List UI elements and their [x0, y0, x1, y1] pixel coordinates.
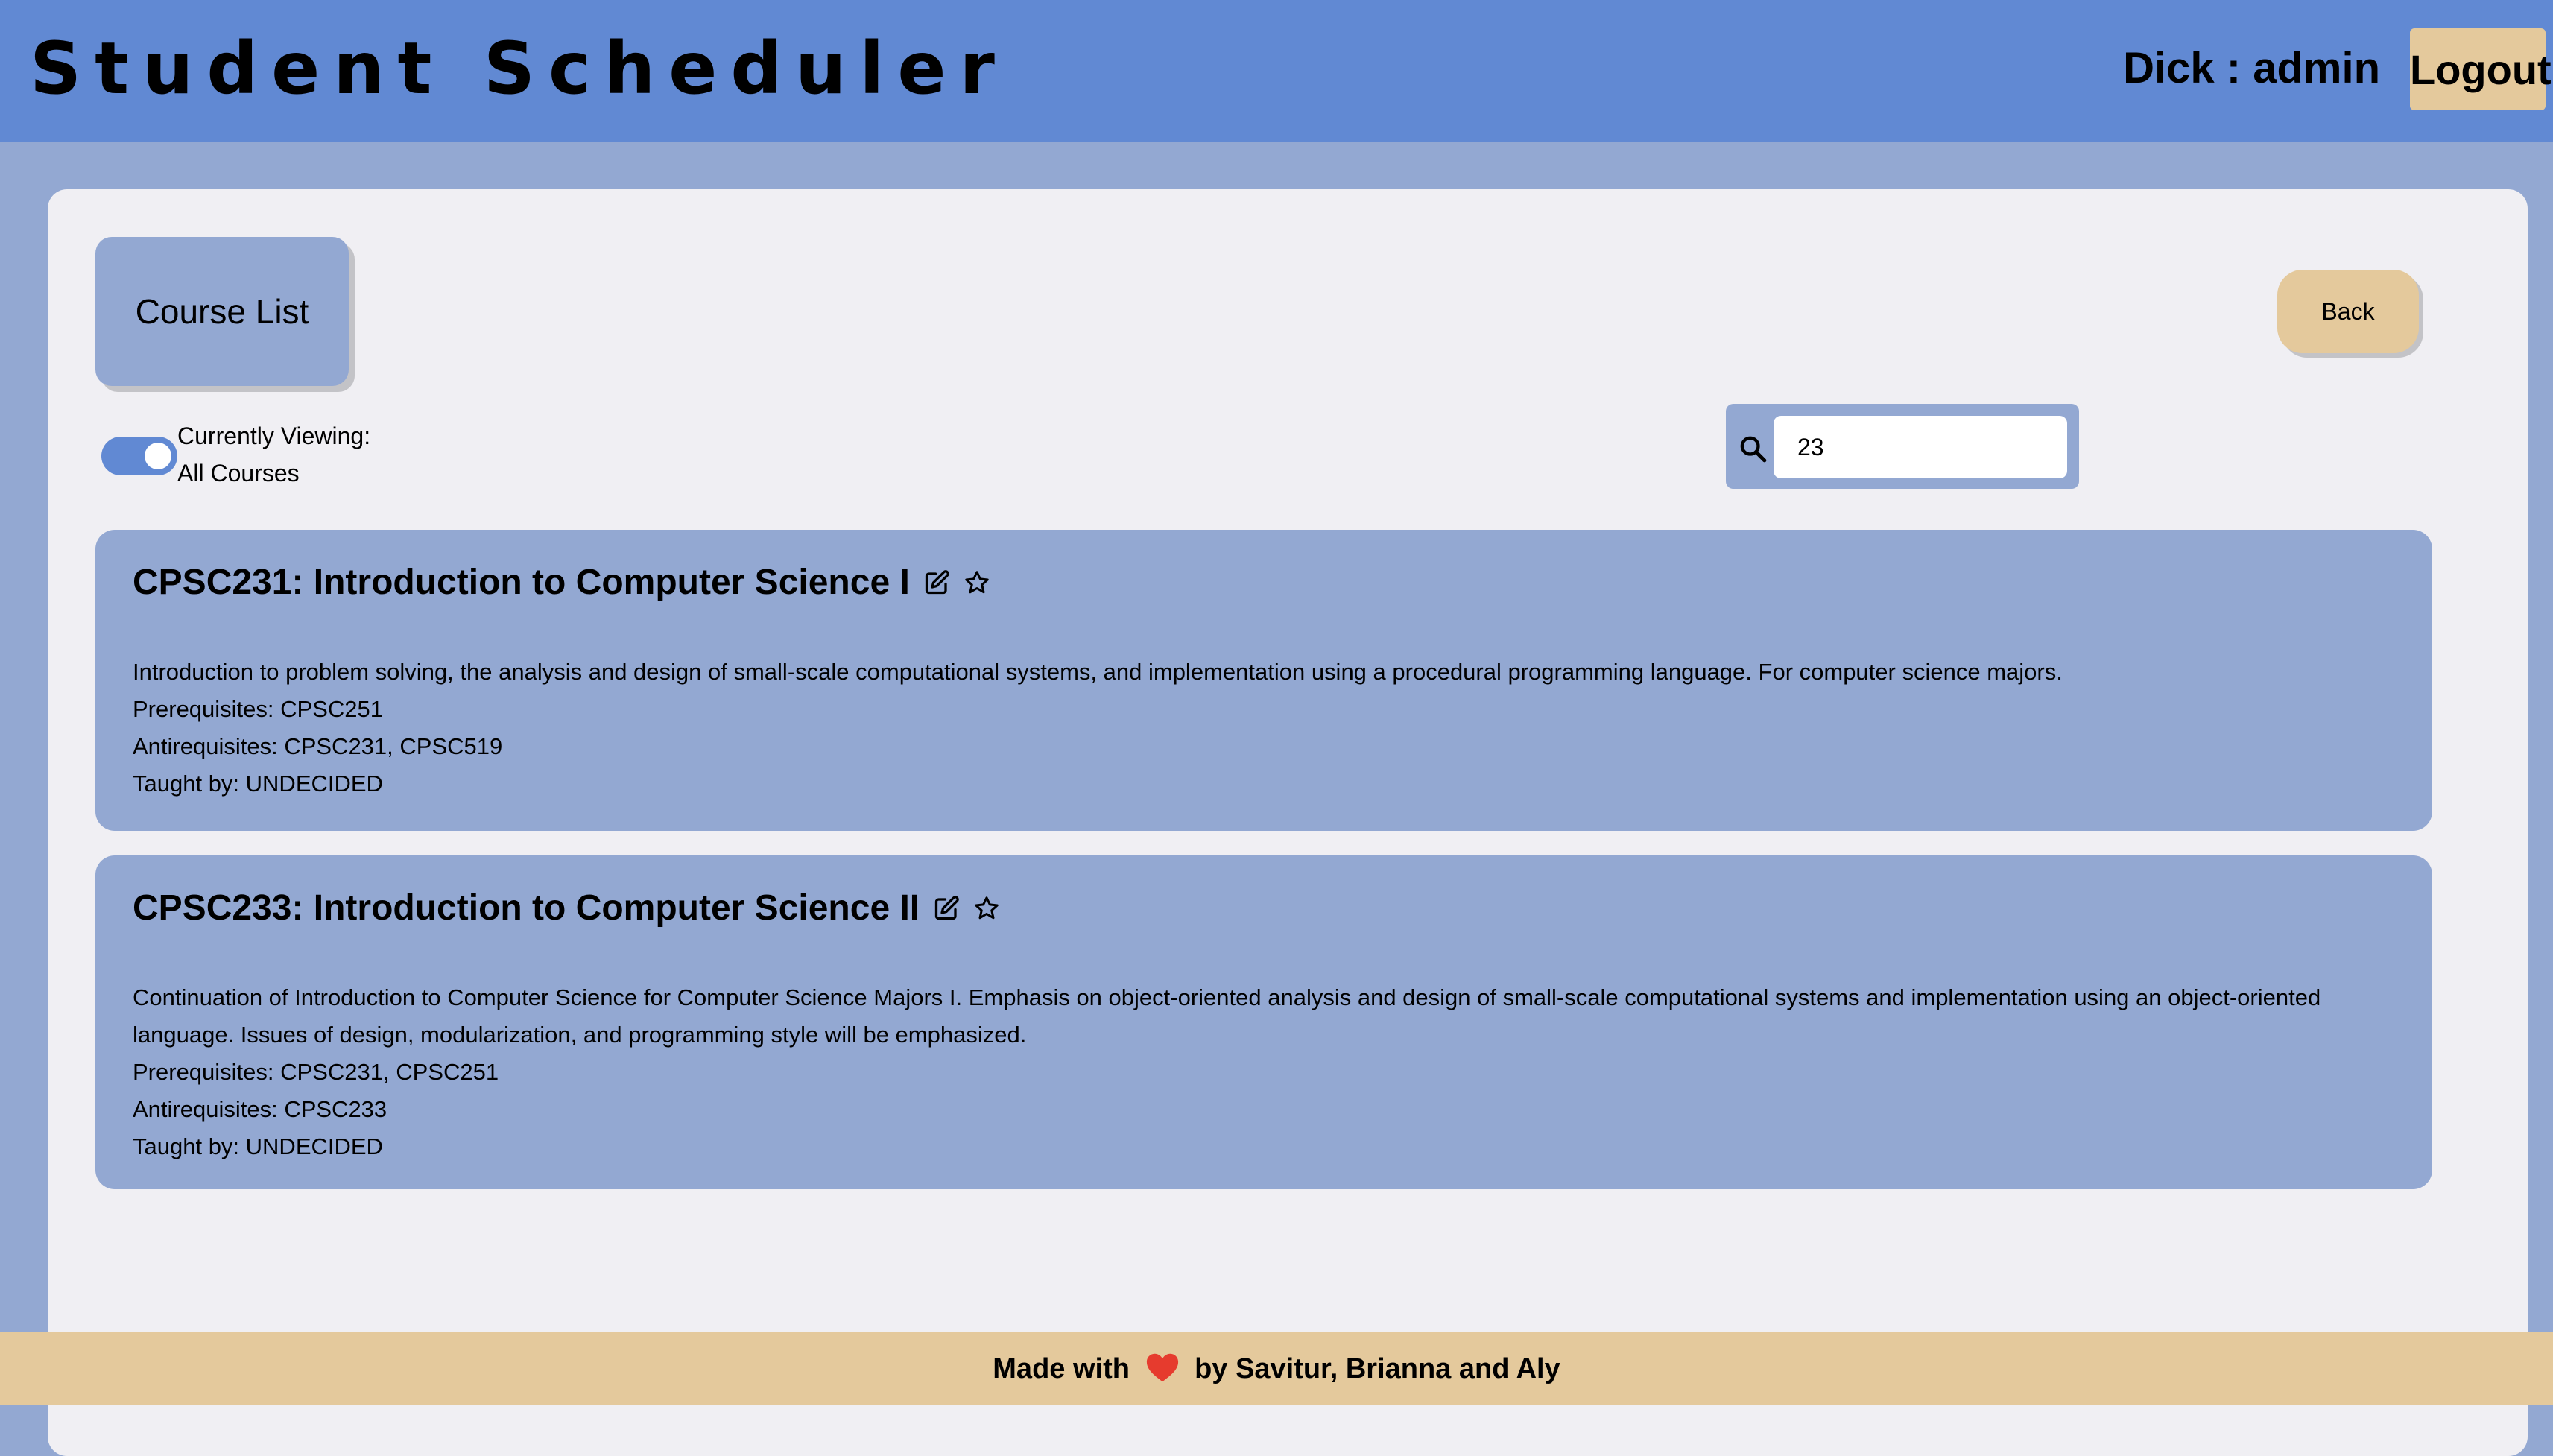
heart-icon — [1146, 1353, 1178, 1382]
course-details: Continuation of Introduction to Computer… — [133, 979, 2391, 1165]
course-prerequisites: Prerequisites: CPSC231, CPSC251 — [133, 1059, 499, 1085]
course-prerequisites: Prerequisites: CPSC251 — [133, 696, 383, 722]
search-icon[interactable] — [1738, 434, 1768, 463]
course-card[interactable]: CPSC233: Introduction to Computer Scienc… — [95, 855, 2432, 1189]
edit-icon[interactable] — [933, 895, 960, 922]
edit-icon[interactable] — [923, 569, 950, 596]
view-toggle[interactable] — [101, 437, 177, 475]
course-list-button[interactable]: Course List — [95, 237, 349, 386]
logout-button[interactable]: Logout — [2410, 28, 2552, 110]
course-instructor: Taught by: UNDECIDED — [133, 1133, 383, 1159]
course-antirequisites: Antirequisites: CPSC231, CPSC519 — [133, 733, 503, 759]
course-description: Continuation of Introduction to Computer… — [133, 984, 2321, 1048]
back-button[interactable]: Back — [2277, 270, 2419, 353]
footer-text-before: Made with — [993, 1353, 1130, 1384]
footer-text-after: by Savitur, Brianna and Aly — [1195, 1353, 1560, 1384]
course-antirequisites: Antirequisites: CPSC233 — [133, 1096, 387, 1122]
toggle-knob — [145, 443, 171, 469]
course-card[interactable]: CPSC231: Introduction to Computer Scienc… — [95, 530, 2432, 831]
footer: Made with by Savitur, Brianna and Aly — [0, 1332, 2553, 1405]
course-title: CPSC231: Introduction to Computer Scienc… — [133, 563, 910, 602]
current-user-label: Dick : admin — [2123, 44, 2380, 92]
search-box — [1726, 404, 2079, 489]
star-icon[interactable] — [973, 895, 1000, 922]
course-instructor: Taught by: UNDECIDED — [133, 770, 383, 797]
view-toggle-label: Currently Viewing: All Courses — [177, 417, 370, 492]
course-details: Introduction to problem solving, the ana… — [133, 653, 2391, 803]
course-title: CPSC233: Introduction to Computer Scienc… — [133, 888, 920, 928]
main-content-card: Course List Back Currently Viewing: All … — [48, 189, 2528, 1456]
course-title-row: CPSC233: Introduction to Computer Scienc… — [133, 882, 1000, 934]
view-label-line1: Currently Viewing: — [177, 422, 371, 449]
course-description: Introduction to problem solving, the ana… — [133, 659, 2063, 685]
course-title-row: CPSC231: Introduction to Computer Scienc… — [133, 557, 990, 609]
app-title: Student Scheduler — [30, 27, 1008, 110]
view-label-line2: All Courses — [177, 460, 300, 487]
app-header: Student Scheduler Dick : admin Logout — [0, 0, 2553, 142]
star-icon[interactable] — [964, 569, 990, 596]
search-input[interactable] — [1774, 416, 2067, 478]
